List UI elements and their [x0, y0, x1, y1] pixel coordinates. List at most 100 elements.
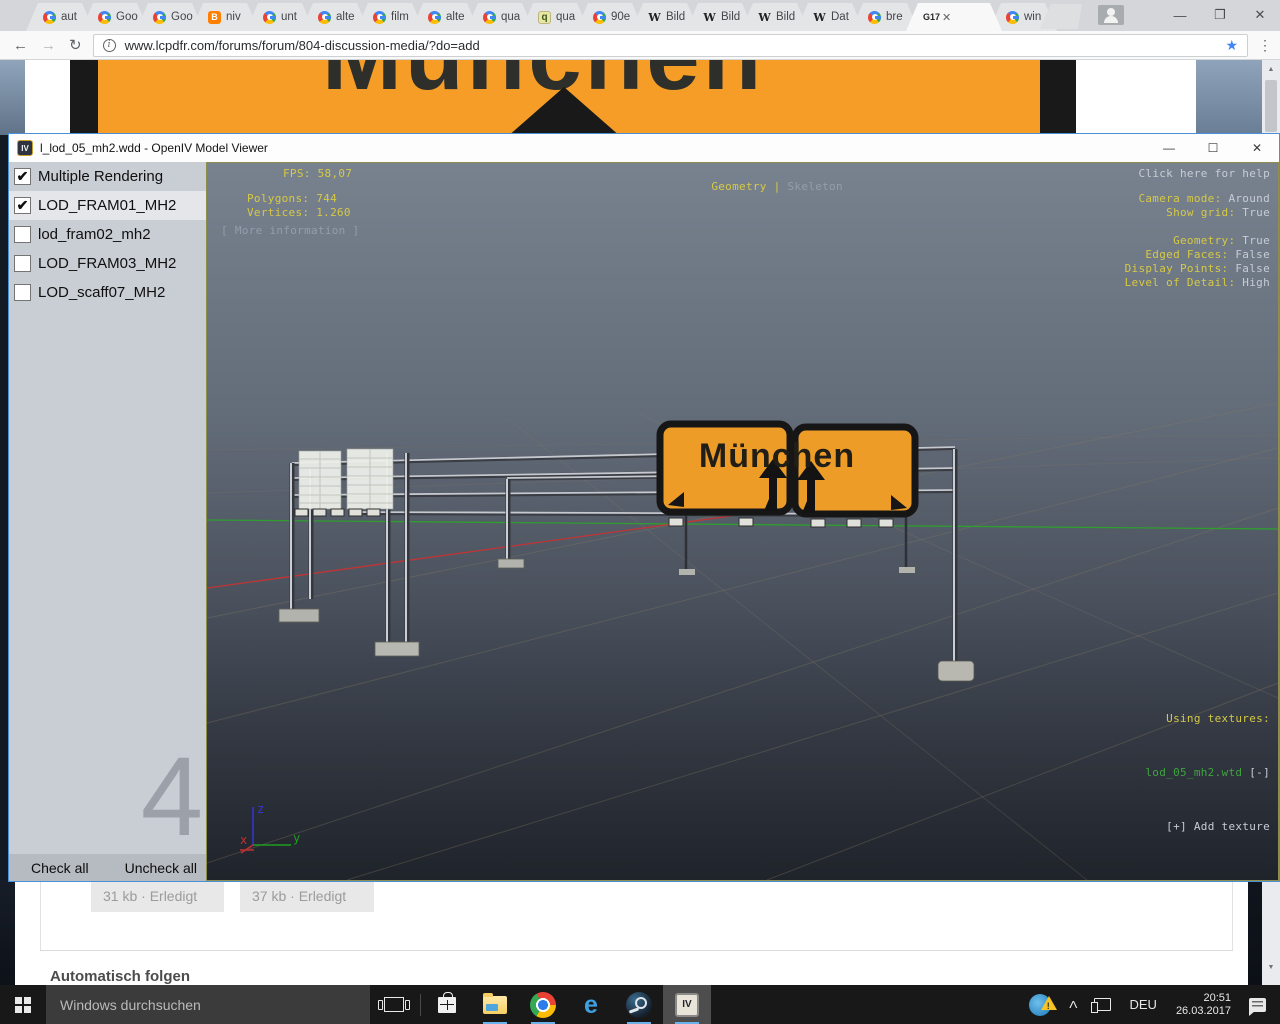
checkbox[interactable]	[14, 255, 31, 272]
texture-panel: Using textures: lod_05_mh2.wtd [-] [+] A…	[1145, 674, 1270, 872]
task-view-button[interactable]	[370, 985, 418, 1024]
scrollbar-thumb[interactable]	[1265, 80, 1277, 132]
google-favicon-icon	[98, 11, 111, 24]
viewport-setting-line[interactable]: Camera mode: Around	[1125, 192, 1270, 206]
setting-label: Edged Faces:	[1145, 248, 1228, 261]
bookmark-star-icon[interactable]: ★	[1225, 37, 1238, 54]
setting-label: Display Points:	[1125, 262, 1229, 275]
page-info-icon[interactable]: i	[103, 39, 116, 52]
minimize-icon[interactable]: —	[1147, 141, 1191, 155]
tab-label: Goo	[116, 11, 139, 23]
google-favicon-icon	[593, 11, 606, 24]
tray-chevron-icon[interactable]: ᐱ	[1069, 999, 1077, 1010]
url-text[interactable]: www.lcpdfr.com/forums/forum/804-discussi…	[125, 38, 480, 53]
page-background-right-bottom	[1248, 880, 1262, 985]
tab-skeleton[interactable]: Skeleton	[788, 180, 843, 193]
scroll-up-icon[interactable]: ▲	[1262, 66, 1280, 73]
sidebar-footer: Check all Uncheck all	[9, 854, 206, 881]
store-button[interactable]	[423, 985, 471, 1024]
uncheck-all-button[interactable]: Uncheck all	[125, 860, 197, 876]
g17-favicon-icon: G17	[923, 11, 940, 24]
chrome-icon	[530, 992, 556, 1018]
network-icon[interactable]	[1094, 998, 1111, 1011]
panel-border	[1232, 882, 1233, 950]
clock[interactable]: 20:51 26.03.2017	[1176, 992, 1231, 1018]
setting-value: False	[1228, 248, 1270, 261]
steam-button[interactable]	[615, 985, 663, 1024]
setting-value: True	[1235, 206, 1270, 219]
close-button[interactable]: ✕	[1240, 7, 1280, 23]
viewport-setting-line[interactable]: Geometry: True	[1125, 234, 1270, 248]
viewport-setting-line[interactable]: Level of Detail: High	[1125, 276, 1270, 290]
edge-button[interactable]: e	[567, 985, 615, 1024]
forward-icon[interactable]: →	[41, 37, 56, 54]
tray-warning-icon[interactable]	[1029, 994, 1051, 1016]
more-information-link[interactable]: [ More information ]	[221, 224, 359, 237]
back-icon[interactable]: ←	[13, 37, 28, 54]
file-explorer-button[interactable]	[471, 985, 519, 1024]
texture-remove-button[interactable]: [-]	[1242, 766, 1270, 779]
axis-z-label: z	[257, 802, 264, 816]
texture-name: lod_05_mh2.wtd	[1145, 766, 1242, 779]
page-background-left-bottom	[0, 880, 15, 985]
blogger-favicon-icon: B	[208, 11, 221, 24]
check-all-button[interactable]: Check all	[31, 860, 89, 876]
taskbar-search-box[interactable]: Windows durchsuchen	[46, 985, 370, 1024]
add-texture-button[interactable]: [+] Add texture	[1145, 818, 1270, 836]
date: 26.03.2017	[1176, 1005, 1231, 1018]
google-favicon-icon	[868, 11, 881, 24]
model-list-item[interactable]: lod_fram02_mh2	[9, 220, 206, 249]
openiv-body: ✔Multiple Rendering✔LOD_FRAM01_MH2lod_fr…	[9, 162, 1279, 881]
steam-icon	[626, 992, 652, 1018]
viewport-setting-line[interactable]: Display Points: False	[1125, 262, 1270, 276]
tab-geometry[interactable]: Geometry	[711, 180, 766, 193]
tab-list: autGooGooBnivuntaltefilmaltequaqqua90eWB…	[26, 3, 1082, 31]
model-list-item[interactable]: ✔Multiple Rendering	[9, 162, 206, 191]
restore-button[interactable]: ❐	[1200, 7, 1240, 23]
minimize-button[interactable]: —	[1160, 8, 1200, 23]
checkbox[interactable]: ✔	[14, 197, 31, 214]
tab-strip: autGooGooBnivuntaltefilmaltequaqqua90eWB…	[0, 0, 1280, 31]
time: 20:51	[1176, 992, 1231, 1005]
start-button[interactable]	[0, 985, 46, 1024]
model-list-item[interactable]: LOD_scaff07_MH2	[9, 278, 206, 307]
browser-menu-icon[interactable]: ⋮	[1258, 37, 1272, 54]
tab-label: bre	[886, 11, 909, 23]
edge-icon: e	[584, 992, 598, 1018]
openiv-logo-icon: IV	[17, 140, 33, 156]
viewport-setting-line[interactable]: Edged Faces: False	[1125, 248, 1270, 262]
notification-center-icon[interactable]	[1249, 998, 1266, 1012]
viewport-setting-line[interactable]: Show grid: True	[1125, 206, 1270, 220]
language-indicator[interactable]: DEU	[1129, 997, 1156, 1012]
tab-label: qua	[556, 11, 579, 23]
reload-icon[interactable]: ↻	[69, 36, 82, 54]
wikipedia-favicon-icon: W	[758, 11, 771, 24]
google-favicon-icon	[1006, 11, 1019, 24]
tab-label: Bild	[721, 11, 744, 23]
chrome-button[interactable]	[519, 985, 567, 1024]
google-favicon-icon	[318, 11, 331, 24]
maximize-icon[interactable]: ☐	[1191, 141, 1235, 155]
address-bar[interactable]: i www.lcpdfr.com/forums/forum/804-discus…	[93, 34, 1248, 57]
axis-y-label: y	[293, 831, 300, 845]
openiv-titlebar[interactable]: IV l_lod_05_mh2.wdd - OpenIV Model Viewe…	[9, 134, 1279, 162]
model-list-item[interactable]: ✔LOD_FRAM01_MH2	[9, 191, 206, 220]
tab-label: film	[391, 11, 414, 23]
profile-avatar-button[interactable]	[1098, 5, 1124, 25]
close-icon[interactable]: ✕	[1235, 141, 1279, 155]
browser-window-controls: — ❐ ✕	[1098, 0, 1280, 30]
checkbox[interactable]: ✔	[14, 168, 31, 185]
scroll-down-icon[interactable]: ▼	[1262, 964, 1280, 971]
model-list-item[interactable]: LOD_FRAM03_MH2	[9, 249, 206, 278]
help-link[interactable]: Click here for help	[1138, 167, 1270, 180]
checkbox[interactable]	[14, 284, 31, 301]
sign-text: München	[699, 437, 855, 475]
openiv-taskbar-button[interactable]: IV	[663, 985, 711, 1024]
tab-close-icon[interactable]: ✕	[942, 11, 951, 24]
setting-label: Camera mode:	[1138, 192, 1221, 205]
checkbox[interactable]	[14, 226, 31, 243]
google-favicon-icon	[263, 11, 276, 24]
browser-tab[interactable]: G17✕	[906, 3, 1002, 31]
openiv-icon: IV	[675, 993, 699, 1017]
model-viewport[interactable]: München z y x FPS: 58,07 Polygons: 744 V…	[206, 162, 1279, 881]
